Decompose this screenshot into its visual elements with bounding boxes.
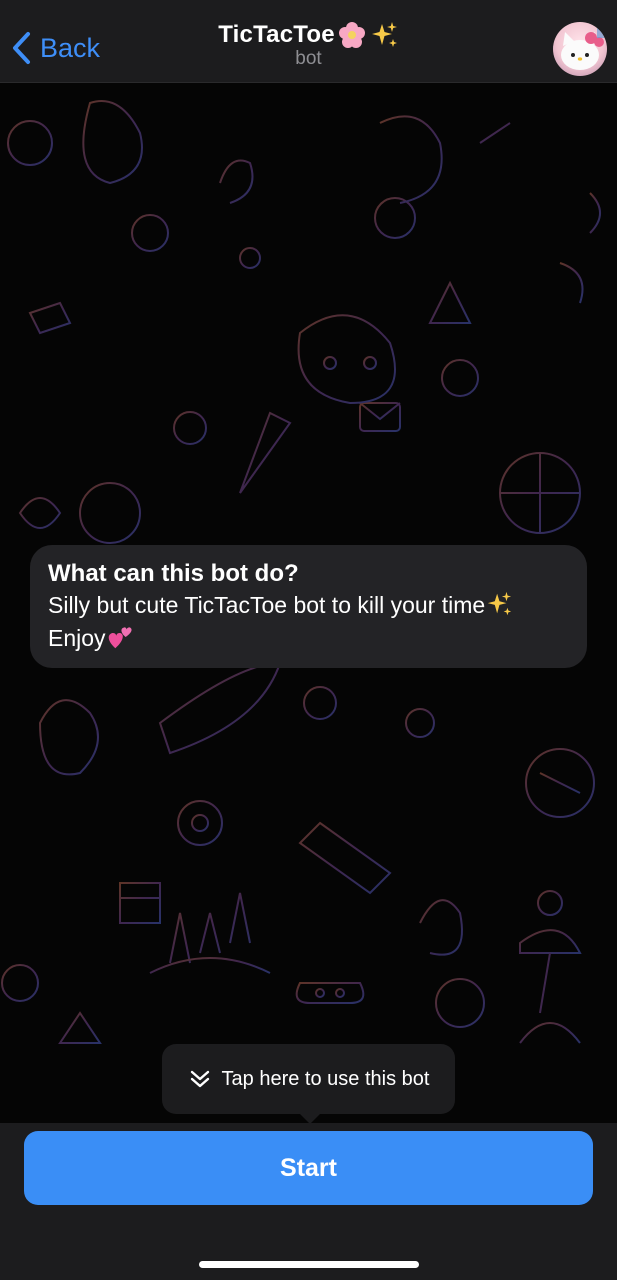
bot-description-line1: Silly but cute TicTacToe bot to kill you… (48, 592, 486, 618)
bot-description-text: Silly but cute TicTacToe bot to kill you… (48, 589, 569, 655)
start-button[interactable]: Start (24, 1131, 593, 1205)
two-hearts-icon (108, 627, 132, 649)
chat-subtitle: bot (295, 48, 322, 69)
bot-description-title: What can this bot do? (48, 560, 299, 587)
bottom-bar: Start (0, 1123, 617, 1280)
chat-title-area[interactable]: TicTacToe bot (0, 20, 617, 70)
double-chevron-down-icon (190, 1070, 209, 1088)
home-indicator[interactable] (199, 1261, 419, 1268)
tooltip-text: Tap here to use this bot (221, 1067, 430, 1090)
sparkles-icon (371, 22, 397, 47)
use-bot-tooltip[interactable]: Tap here to use this bot (162, 1044, 455, 1123)
chat-header: Back TicTacToe bot (0, 0, 617, 83)
chat-title: TicTacToe (218, 21, 335, 48)
cherry-blossom-icon (338, 22, 365, 48)
bot-description-bubble: What can this bot do? Silly but cute Tic… (30, 545, 587, 668)
bot-description-line2: Enjoy (48, 625, 106, 651)
sparkles-icon (487, 591, 512, 616)
chat-area[interactable]: What can this bot do? Silly but cute Tic… (0, 83, 617, 1123)
hello-kitty-avatar-icon (561, 26, 607, 70)
avatar[interactable] (553, 22, 607, 76)
